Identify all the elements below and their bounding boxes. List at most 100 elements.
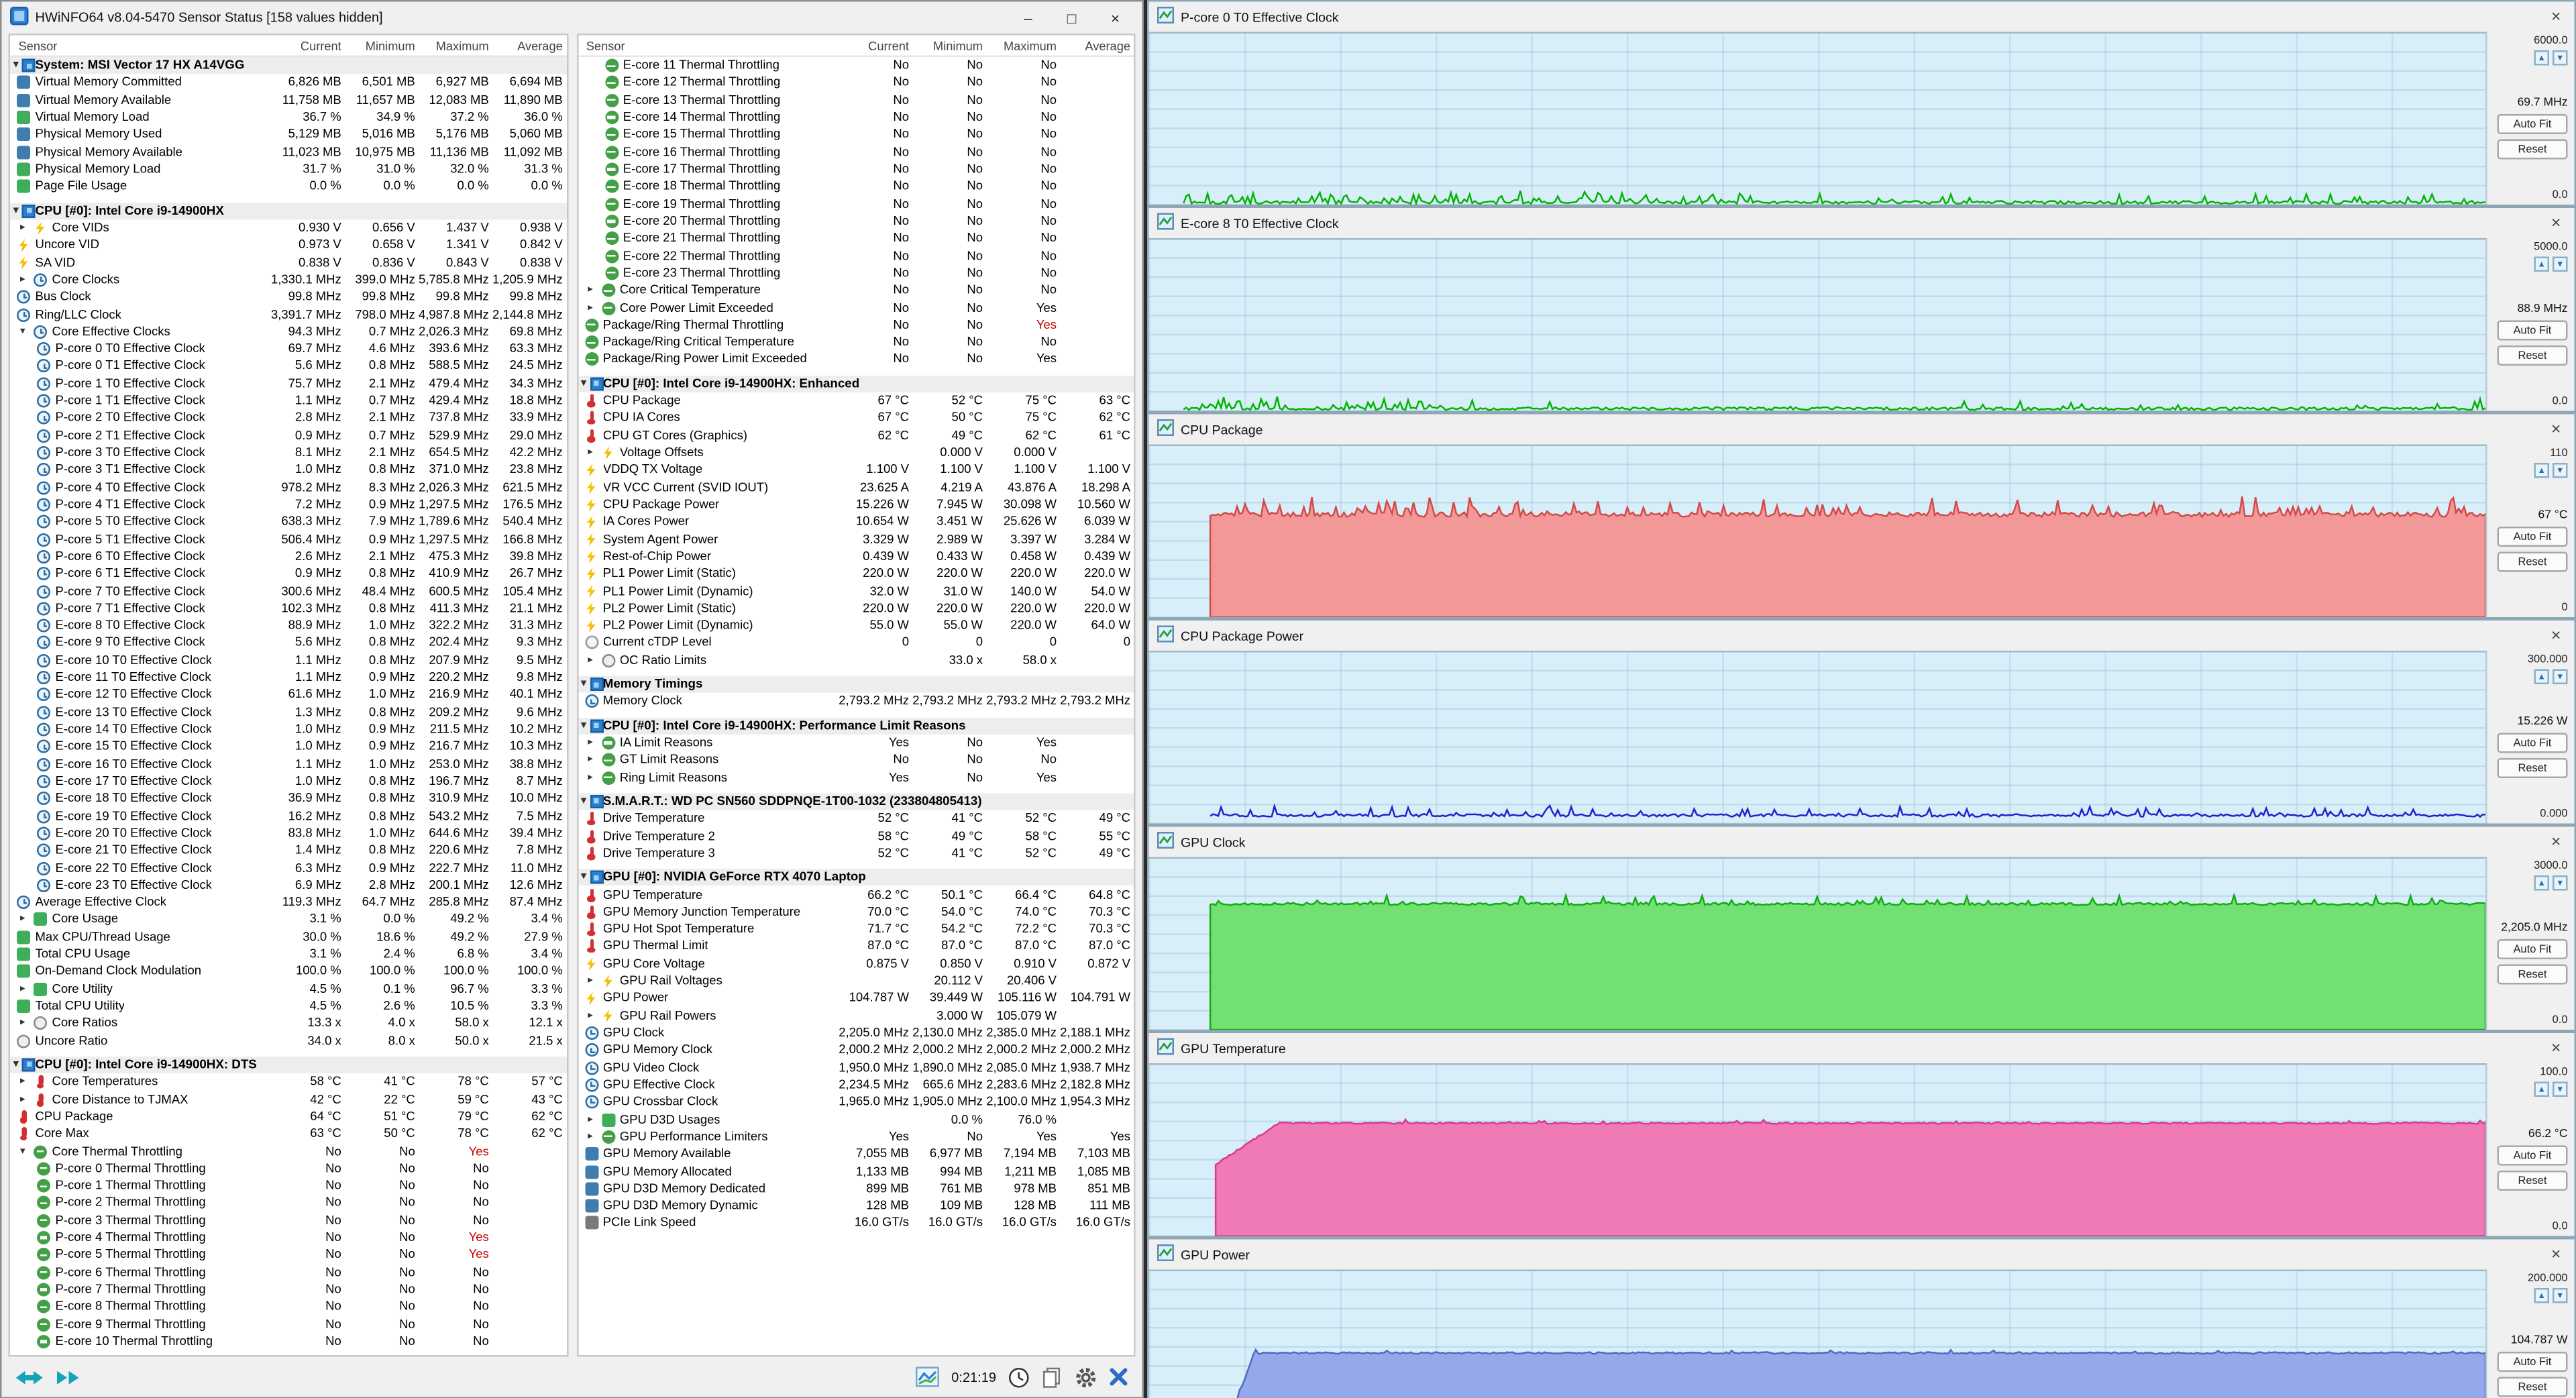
sensor-row[interactable]: GPU Power 104.787 W 39.449 W 105.116 W 104.7… [578, 990, 1134, 1008]
expand-icon[interactable]: ▸ [584, 1128, 596, 1145]
sensor-row[interactable]: Virtual Memory Committed 6,826 MB 6,501 MB… [10, 74, 566, 92]
sensor-row[interactable]: P-core 7 T0 Effective Clock 300.6 MHz 48.4… [10, 582, 566, 600]
auto-fit-button[interactable]: Auto Fit [2497, 113, 2568, 133]
sensor-row[interactable]: P-core 6 Thermal Throttling No No No [10, 1264, 566, 1281]
scale-up-button[interactable]: ▲ [2534, 1288, 2549, 1303]
expand-icon[interactable]: ▸ [584, 1111, 596, 1128]
graph-titlebar[interactable]: E-core 8 T0 Effective Clock × [1149, 208, 2575, 238]
section-header[interactable]: ▾ CPU [#0]: Intel Core i9-14900HX [10, 202, 566, 220]
reset-clock-button[interactable] [1008, 1366, 1030, 1388]
sensor-row[interactable]: VDDQ TX Voltage 1.100 V 1.100 V 1.100 V 1.10… [578, 462, 1134, 479]
column-header-minimum[interactable]: Minimum [341, 38, 415, 53]
sensor-row[interactable]: ▸ Core Clocks 1,330.1 MHz 399.0 MHz 5,785.8 … [10, 271, 566, 288]
reset-button[interactable]: Reset [2497, 757, 2568, 777]
sensor-row[interactable]: E-core 17 Thermal Throttling No No No [578, 161, 1134, 178]
scale-up-button[interactable]: ▲ [2534, 1081, 2549, 1097]
collapse-icon[interactable]: ▾ [578, 793, 590, 810]
sensor-row[interactable]: Uncore VID 0.973 V 0.658 V 1.341 V 0.842 V [10, 237, 566, 254]
graph-titlebar[interactable]: CPU Package Power × [1149, 621, 2575, 651]
section-header[interactable]: ▾ CPU [#0]: Intel Core i9-14900HX: Enhanc… [578, 375, 1134, 392]
sensor-row[interactable]: ▸ GPU D3D Usages 0.0 % 76.0 % [578, 1111, 1134, 1128]
sensor-row[interactable]: GPU Memory Available 7,055 MB 6,977 MB 7,19… [578, 1146, 1134, 1163]
column-header-current[interactable]: Current [268, 38, 341, 53]
graph-titlebar[interactable]: GPU Power × [1149, 1240, 2575, 1270]
reset-button[interactable]: Reset [2497, 138, 2568, 159]
sensor-row[interactable]: E-core 18 Thermal Throttling No No No [578, 178, 1134, 195]
scale-down-button[interactable]: ▼ [2553, 463, 2568, 478]
sensor-row[interactable]: Package/Ring Power Limit Exceeded No No Yes [578, 351, 1134, 368]
close-icon[interactable]: × [2546, 420, 2566, 439]
sensor-row[interactable]: Drive Temperature 52 °C 41 °C 52 °C 49 °C [578, 810, 1134, 828]
sensor-row[interactable]: P-core 2 T1 Effective Clock 0.9 MHz 0.7 MH… [10, 427, 566, 444]
swap-values-button[interactable] [15, 1368, 44, 1387]
graph-titlebar[interactable]: P-core 0 T0 Effective Clock × [1149, 2, 2575, 32]
sensor-row[interactable]: E-core 13 Thermal Throttling No No No [578, 92, 1134, 109]
sensor-row[interactable]: E-core 13 T0 Effective Clock 1.3 MHz 0.8 M… [10, 704, 566, 721]
collapse-icon[interactable]: ▾ [10, 57, 22, 74]
scale-up-button[interactable]: ▲ [2534, 875, 2549, 891]
collapse-icon[interactable]: ▾ [578, 869, 590, 886]
scale-up-button[interactable]: ▲ [2534, 256, 2549, 272]
sensor-row[interactable]: ▸ GPU Rail Powers 3.000 W 105.079 W [578, 1007, 1134, 1024]
sensor-row[interactable]: E-core 16 T0 Effective Clock 1.1 MHz 1.0 M… [10, 755, 566, 773]
scale-down-button[interactable]: ▼ [2553, 256, 2568, 272]
sensor-row[interactable]: P-core 5 Thermal Throttling No No Yes [10, 1246, 566, 1264]
sensor-row[interactable]: E-core 15 Thermal Throttling No No No [578, 126, 1134, 144]
sensor-row[interactable]: GPU Hot Spot Temperature 71.7 °C 54.2 °C 72… [578, 921, 1134, 938]
sensor-row[interactable]: Page File Usage 0.0 % 0.0 % 0.0 % 0.0 % [10, 178, 566, 195]
sensor-row[interactable]: ▾ Core Thermal Throttling No No Yes [10, 1142, 566, 1160]
column-header-current[interactable]: Current [835, 38, 909, 53]
expand-icon[interactable]: ▸ [17, 912, 29, 928]
sensor-row[interactable]: Physical Memory Used 5,129 MB 5,016 MB 5,17… [10, 126, 566, 144]
scale-up-button[interactable]: ▲ [2534, 669, 2549, 684]
sensor-row[interactable]: P-core 1 T1 Effective Clock 1.1 MHz 0.7 MH… [10, 392, 566, 410]
sensor-row[interactable]: ▸ OC Ratio Limits 33.0 x 58.0 x [578, 652, 1134, 669]
sensor-row[interactable]: Bus Clock 99.8 MHz 99.8 MHz 99.8 MHz 99.8 MH… [10, 288, 566, 306]
sensor-row[interactable]: P-core 7 T1 Effective Clock 102.3 MHz 0.8 … [10, 600, 566, 617]
sensor-row[interactable]: Total CPU Usage 3.1 % 2.4 % 6.8 % 3.4 % [10, 946, 566, 963]
sensor-row[interactable]: PL2 Power Limit (Dynamic) 55.0 W 55.0 W 220… [578, 617, 1134, 635]
sensor-row[interactable]: ▸ Core Temperatures 58 °C 41 °C 78 °C 57 °C [10, 1073, 566, 1091]
column-header-minimum[interactable]: Minimum [909, 38, 983, 53]
sensor-row[interactable]: E-core 15 T0 Effective Clock 1.0 MHz 0.9 M… [10, 738, 566, 755]
scale-down-button[interactable]: ▼ [2553, 50, 2568, 66]
sensor-row[interactable]: Max CPU/Thread Usage 30.0 % 18.6 % 49.2 % 27… [10, 928, 566, 946]
collapse-icon[interactable]: ▾ [578, 676, 590, 693]
column-header-average[interactable]: Average [1057, 38, 1130, 53]
auto-fit-button[interactable]: Auto Fit [2497, 319, 2568, 340]
sensor-row[interactable]: E-core 11 Thermal Throttling No No No [578, 57, 1134, 74]
reset-button[interactable]: Reset [2497, 344, 2568, 365]
close-sensors-button[interactable] [1109, 1367, 1129, 1387]
close-button[interactable]: × [1097, 9, 1134, 26]
reset-button[interactable]: Reset [2497, 1376, 2568, 1397]
expand-icon[interactable]: ▸ [17, 272, 29, 288]
sensor-row[interactable]: CPU IA Cores 67 °C 50 °C 75 °C 62 °C [578, 410, 1134, 427]
sensor-row[interactable]: ▸ IA Limit Reasons Yes No Yes [578, 735, 1134, 752]
sensor-row[interactable]: Total CPU Utility 4.5 % 2.6 % 10.5 % 3.3 % [10, 998, 566, 1015]
expand-icon[interactable]: ▸ [17, 1015, 29, 1032]
expand-icon[interactable]: ▸ [584, 769, 596, 786]
sensor-row[interactable]: P-core 2 Thermal Throttling No No No [10, 1195, 566, 1212]
sensor-row[interactable]: E-core 9 Thermal Throttling No No No [10, 1315, 566, 1333]
sensor-row[interactable]: Package/Ring Critical Temperature No No No [578, 334, 1134, 352]
scale-down-button[interactable]: ▼ [2553, 1081, 2568, 1097]
section-header[interactable]: ▾ CPU [#0]: Intel Core i9-14900HX: DTS [10, 1056, 566, 1074]
sensor-row[interactable]: ▸ Core Distance to TJMAX 42 °C 22 °C 59 °C 43… [10, 1091, 566, 1108]
sensor-row[interactable]: Current cTDP Level 0 0 0 0 [578, 635, 1134, 652]
reset-button[interactable]: Reset [2497, 551, 2568, 572]
sensor-row[interactable]: Rest-of-Chip Power 0.439 W 0.433 W 0.458 W 0… [578, 548, 1134, 566]
sensor-row[interactable]: GPU Effective Clock 2,234.5 MHz 665.6 MHz 2… [578, 1077, 1134, 1094]
sensor-row[interactable]: P-core 3 Thermal Throttling No No No [10, 1212, 566, 1230]
close-icon[interactable]: × [2546, 7, 2566, 26]
sensor-row[interactable]: E-core 10 Thermal Throttling No No No [10, 1333, 566, 1350]
sensor-panel-right[interactable]: Sensor Current Minimum Maximum Average E-core… [576, 34, 1136, 1357]
sensor-row[interactable]: ▸ Core Utility 4.5 % 0.1 % 96.7 % 3.3 % [10, 980, 566, 998]
sensor-row[interactable]: P-core 5 T0 Effective Clock 638.3 MHz 7.9 … [10, 513, 566, 531]
sensor-row[interactable]: Virtual Memory Load 36.7 % 34.9 % 37.2 % 36.… [10, 109, 566, 126]
expand-icon[interactable]: ▸ [584, 299, 596, 316]
sensor-row[interactable]: P-core 4 T0 Effective Clock 978.2 MHz 8.3 … [10, 479, 566, 496]
sensor-row[interactable]: ▸ Core Usage 3.1 % 0.0 % 49.2 % 3.4 % [10, 911, 566, 928]
sensor-row[interactable]: P-core 0 T1 Effective Clock 5.6 MHz 0.8 MH… [10, 358, 566, 375]
sensor-row[interactable]: E-core 19 Thermal Throttling No No No [578, 195, 1134, 213]
sensor-row[interactable]: CPU Package 64 °C 51 °C 79 °C 62 °C [10, 1108, 566, 1126]
